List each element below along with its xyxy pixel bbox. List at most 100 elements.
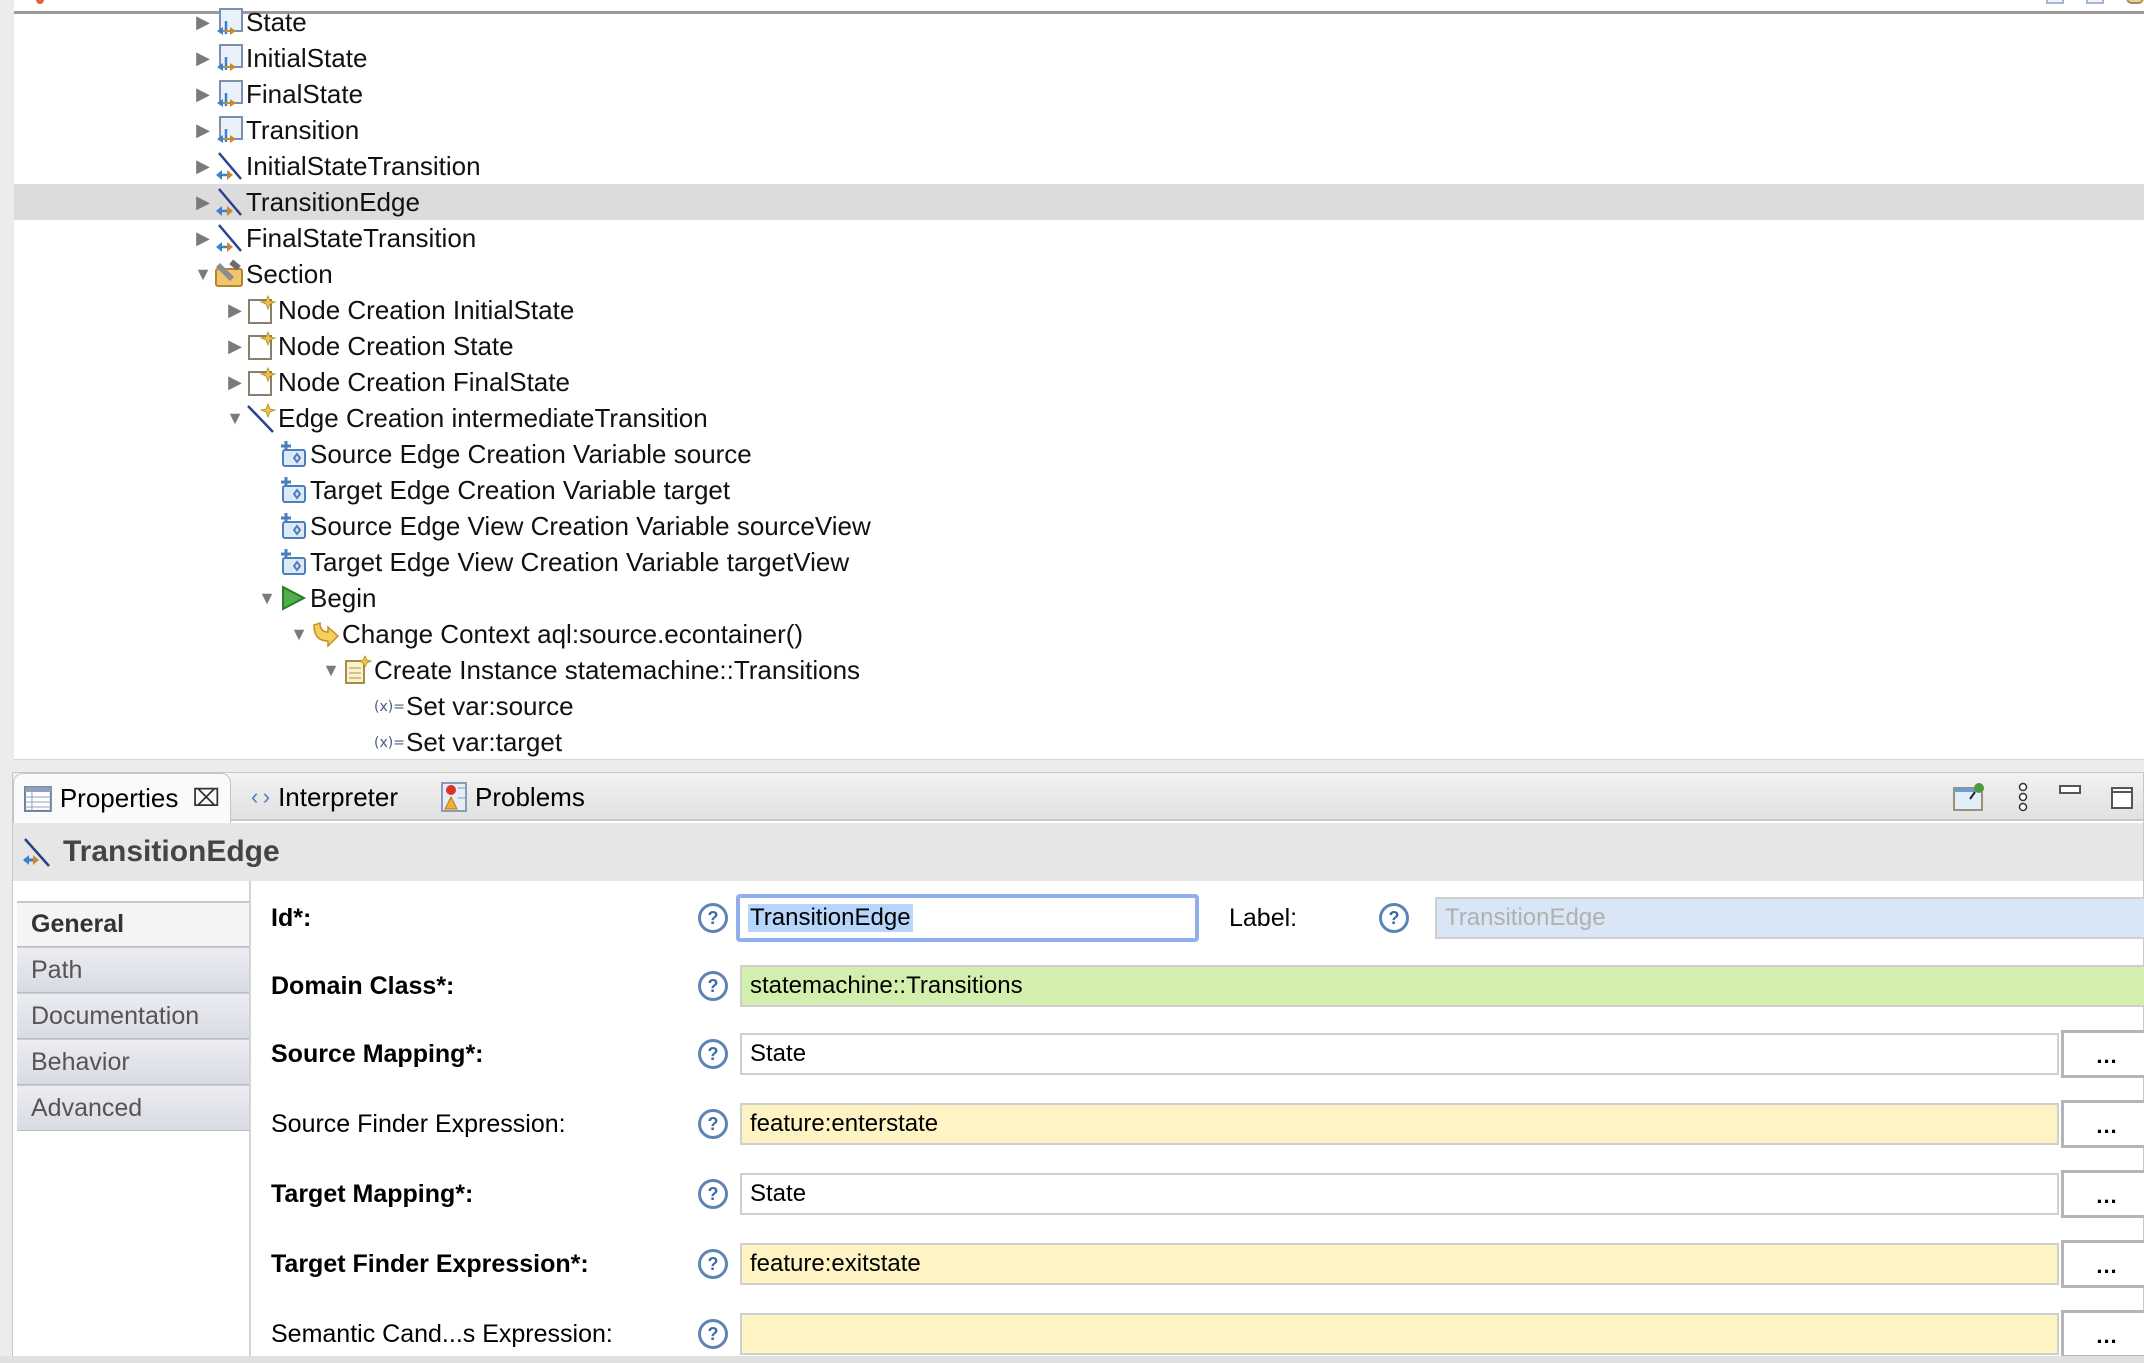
section-tab-documentation[interactable]: Documentation bbox=[17, 993, 249, 1039]
variable-icon bbox=[278, 439, 308, 469]
tree-item-label: FinalStateTransition bbox=[246, 222, 477, 253]
tree-item[interactable]: Source Edge View Creation Variable sourc… bbox=[14, 508, 2144, 544]
help-icon[interactable]: ? bbox=[698, 903, 728, 933]
edge-mapping-icon bbox=[214, 187, 244, 217]
id-input[interactable]: TransitionEdge bbox=[736, 894, 1199, 942]
expand-arrow-icon[interactable]: ▶ bbox=[192, 47, 214, 69]
tree-item-label: Target Edge View Creation Variable targe… bbox=[310, 546, 850, 577]
close-tab-icon[interactable]: ⌧ bbox=[192, 784, 220, 813]
tree-item-label: Node Creation FinalState bbox=[278, 366, 570, 397]
tree-item[interactable]: Target Edge View Creation Variable targe… bbox=[14, 544, 2144, 580]
tree-item[interactable]: ▶ TransitionEdge bbox=[14, 184, 2144, 220]
expand-arrow-icon[interactable]: ▶ bbox=[224, 299, 246, 321]
tree-item[interactable]: ▶ FinalState bbox=[14, 76, 2144, 112]
tree-item[interactable]: ▶ InitialStateTransition bbox=[14, 148, 2144, 184]
tree-item-label: Node Creation InitialState bbox=[278, 294, 575, 325]
section-tab-behavior[interactable]: Behavior bbox=[17, 1039, 249, 1085]
collapse-arrow-icon[interactable]: ▼ bbox=[256, 587, 278, 609]
domain-class-input[interactable]: statemachine::Transitions bbox=[740, 965, 2144, 1007]
source-finder-input[interactable]: feature:enterstate bbox=[740, 1103, 2059, 1145]
semantic-candidates-browse-button[interactable]: ... bbox=[2061, 1310, 2144, 1358]
expand-arrow-icon[interactable]: ▶ bbox=[224, 371, 246, 393]
expand-arrow-icon[interactable]: ▶ bbox=[224, 335, 246, 357]
tab-properties-label: Properties bbox=[59, 783, 179, 813]
section-tab-path[interactable]: Path bbox=[17, 947, 249, 993]
expand-arrow-icon[interactable]: ▶ bbox=[192, 227, 214, 249]
tree-item[interactable]: ▼ Change Context aql:source.econtainer() bbox=[14, 616, 2144, 652]
tree-item-label: Section bbox=[246, 258, 333, 289]
expand-arrow-icon[interactable]: ▶ bbox=[192, 11, 214, 33]
properties-view: Properties ⌧ ‹ › Interpreter Problems Tr… bbox=[12, 772, 2144, 1359]
help-icon[interactable]: ? bbox=[698, 1319, 728, 1349]
minimize-icon[interactable] bbox=[2059, 782, 2081, 812]
source-mapping-input[interactable]: State bbox=[740, 1033, 2059, 1075]
tree-item[interactable]: ▶ Node Creation FinalState bbox=[14, 364, 2144, 400]
set-variable-icon: (x)= bbox=[374, 691, 404, 721]
expand-arrow-icon[interactable]: ▶ bbox=[192, 83, 214, 105]
tree-item[interactable]: ▶ Transition bbox=[14, 112, 2144, 148]
tab-problems-label: Problems bbox=[475, 781, 585, 812]
collapse-arrow-icon[interactable]: ▼ bbox=[320, 659, 342, 681]
window-bottom-edge bbox=[0, 1356, 2144, 1363]
tab-properties[interactable]: Properties ⌧ bbox=[13, 773, 231, 823]
target-finder-input[interactable]: feature:exitstate bbox=[740, 1243, 2059, 1285]
section-tools-icon bbox=[214, 259, 244, 289]
semantic-candidates-input[interactable] bbox=[740, 1313, 2059, 1355]
help-icon[interactable]: ? bbox=[698, 1039, 728, 1069]
tree-item-label: Transition bbox=[246, 114, 360, 145]
tree-item[interactable]: ▼ Section bbox=[14, 256, 2144, 292]
help-icon[interactable]: ? bbox=[698, 971, 728, 1001]
target-mapping-browse-button[interactable]: ... bbox=[2061, 1170, 2144, 1218]
source-finder-browse-button[interactable]: ... bbox=[2061, 1100, 2144, 1148]
source-finder-label: Source Finder Expression: bbox=[271, 1109, 566, 1138]
tree-item[interactable]: ▶ Node Creation InitialState bbox=[14, 292, 2144, 328]
collapse-arrow-icon[interactable]: ▼ bbox=[288, 623, 310, 645]
tree-item[interactable]: (x)= Set var:source bbox=[14, 688, 2144, 724]
maximize-icon[interactable] bbox=[2111, 782, 2133, 812]
section-tab-advanced[interactable]: Advanced bbox=[17, 1085, 249, 1131]
view-tab-bar: Properties ⌧ ‹ › Interpreter Problems bbox=[13, 773, 2143, 823]
expand-arrow-icon[interactable]: ▶ bbox=[192, 119, 214, 141]
help-icon[interactable]: ? bbox=[1379, 903, 1409, 933]
target-mapping-input[interactable]: State bbox=[740, 1173, 2059, 1215]
tree-item[interactable]: ▼ Edge Creation intermediateTransition bbox=[14, 400, 2144, 436]
node-mapping-icon bbox=[214, 7, 244, 37]
help-icon[interactable]: ? bbox=[698, 1249, 728, 1279]
tree-item[interactable]: ▼ Begin bbox=[14, 580, 2144, 616]
source-mapping-browse-button[interactable]: ... bbox=[2061, 1030, 2144, 1078]
view-menu-icon[interactable] bbox=[2017, 782, 2029, 812]
tree-item[interactable]: ▶ FinalStateTransition bbox=[14, 220, 2144, 256]
node-creation-icon bbox=[246, 331, 276, 361]
pin-icon[interactable] bbox=[1953, 782, 1987, 812]
section-tab-general[interactable]: General bbox=[17, 901, 249, 947]
tree-item[interactable]: ▶ State bbox=[14, 4, 2144, 40]
expand-arrow-icon[interactable]: ▶ bbox=[192, 191, 214, 213]
edge-mapping-icon bbox=[214, 151, 244, 181]
tree-item[interactable]: ▶ Node Creation State bbox=[14, 328, 2144, 364]
odesign-tree-panel: ▶ State ▶ InitialState ▶ FinalState ▶ Transitio… bbox=[14, 0, 2144, 760]
tree-item-label: FinalState bbox=[246, 78, 364, 109]
label-input[interactable]: TransitionEdge bbox=[1435, 897, 2144, 939]
tree-item[interactable]: Source Edge Creation Variable source bbox=[14, 436, 2144, 472]
tree-item[interactable]: ▶ InitialState bbox=[14, 40, 2144, 76]
tree-item[interactable]: ▼ Create Instance statemachine::Transitio… bbox=[14, 652, 2144, 688]
tree-item[interactable]: Target Edge Creation Variable target bbox=[14, 472, 2144, 508]
tab-interpreter-label: Interpreter bbox=[278, 781, 399, 812]
collapse-arrow-icon[interactable]: ▼ bbox=[224, 407, 246, 429]
help-icon[interactable]: ? bbox=[698, 1179, 728, 1209]
collapse-arrow-icon[interactable]: ▼ bbox=[192, 263, 214, 285]
tab-interpreter[interactable]: ‹ › Interpreter bbox=[241, 773, 408, 821]
expand-arrow-icon[interactable]: ▶ bbox=[192, 155, 214, 177]
tab-problems[interactable]: Problems bbox=[431, 773, 595, 821]
tree-item-label: Edge Creation intermediateTransition bbox=[278, 402, 708, 433]
eclipse-window: ▶ State ▶ InitialState ▶ FinalState ▶ Transitio… bbox=[0, 0, 2144, 1363]
set-variable-icon: (x)= bbox=[374, 727, 404, 757]
target-finder-browse-button[interactable]: ... bbox=[2061, 1240, 2144, 1288]
node-mapping-icon bbox=[214, 43, 244, 73]
help-icon[interactable]: ? bbox=[698, 1109, 728, 1139]
property-section-tabs: General Path Documentation Behavior Adva… bbox=[17, 901, 249, 1131]
tree-item[interactable]: (x)= Set var:target bbox=[14, 724, 2144, 759]
